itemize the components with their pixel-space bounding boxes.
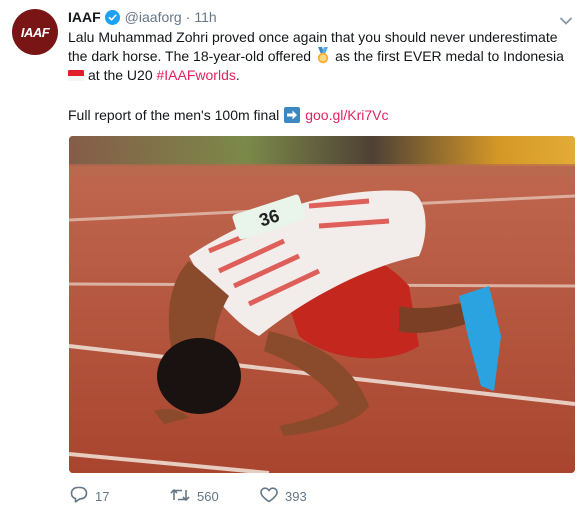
retweet-button[interactable]: 560 bbox=[170, 487, 260, 506]
tweet-header: IAAF @iaaforg · 11h bbox=[68, 8, 217, 26]
avatar-logo-text: IAAF bbox=[20, 24, 50, 40]
retweet-icon bbox=[170, 487, 190, 506]
account-handle[interactable]: @iaaforg bbox=[125, 9, 182, 25]
tweet-text-segment: Full report of the men's 100m final bbox=[68, 107, 280, 123]
reply-count: 17 bbox=[95, 488, 110, 504]
tweet-text-segment: at the U20 bbox=[88, 67, 153, 83]
account-name[interactable]: IAAF bbox=[68, 9, 101, 25]
like-button[interactable]: 393 bbox=[260, 486, 307, 506]
tweet-text-line: Full report of the men's 100m final goo.g… bbox=[68, 106, 389, 125]
tweet-text-line: Lalu Muhammad Zohri proved once again th… bbox=[68, 28, 558, 47]
reply-icon bbox=[70, 486, 88, 506]
report-link[interactable]: goo.gl/Kri7Vc bbox=[305, 107, 388, 123]
athlete-photo-illustration: 36 bbox=[69, 136, 575, 473]
hashtag-link[interactable]: #IAAFworlds bbox=[157, 67, 236, 83]
tweet[interactable]: IAAF IAAF @iaaforg · 11h Lalu Muhammad Z… bbox=[0, 0, 583, 515]
gold-medal-icon bbox=[315, 47, 331, 69]
heart-icon bbox=[260, 486, 278, 506]
tweet-timestamp[interactable]: 11h bbox=[194, 9, 216, 25]
tweet-actions: 17 560 393 bbox=[70, 486, 307, 506]
chevron-down-icon[interactable] bbox=[560, 12, 572, 30]
separator-dot: · bbox=[185, 9, 191, 25]
tweet-text-segment: . bbox=[235, 67, 240, 83]
like-count: 393 bbox=[285, 488, 307, 504]
right-arrow-icon bbox=[284, 107, 301, 123]
tweet-text-segment: as the first EVER medal to Indonesia bbox=[335, 48, 564, 64]
tweet-text-segment: Lalu Muhammad Zohri proved once again th… bbox=[68, 29, 558, 45]
tweet-text-segment: the dark horse. The 18-year-old offered bbox=[68, 48, 312, 64]
reply-button[interactable]: 17 bbox=[70, 486, 170, 506]
avatar[interactable]: IAAF bbox=[12, 9, 58, 55]
indonesia-flag-icon bbox=[68, 70, 84, 81]
verified-badge-icon bbox=[104, 9, 120, 25]
tweet-text-line: at the U20 #IAAFworlds. bbox=[68, 66, 240, 85]
tweet-photo[interactable]: 36 bbox=[69, 136, 575, 473]
retweet-count: 560 bbox=[197, 488, 219, 504]
